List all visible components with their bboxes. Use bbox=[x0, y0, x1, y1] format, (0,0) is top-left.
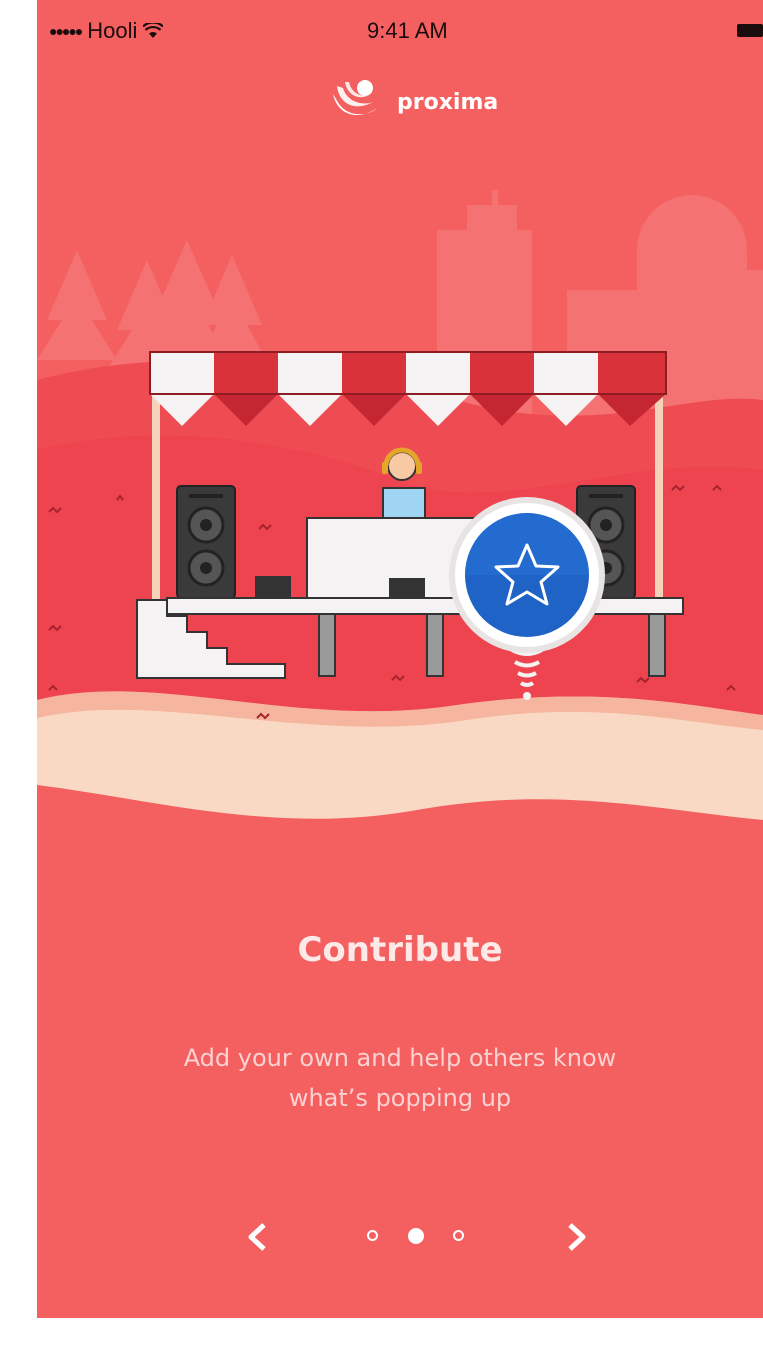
stage-platform bbox=[166, 597, 684, 615]
chevron-right-icon bbox=[568, 1223, 586, 1251]
status-time: 9:41 AM bbox=[367, 18, 448, 43]
speaker-left bbox=[176, 485, 236, 599]
contribute-illustration bbox=[37, 190, 763, 820]
battery-icon bbox=[737, 24, 763, 37]
brand-logo: proxima bbox=[329, 78, 498, 126]
brand-name: proxima bbox=[397, 89, 499, 115]
carrier-info: ●●●●● Hooli bbox=[49, 18, 164, 44]
next-button[interactable]: > bbox=[552, 1212, 602, 1262]
chevron-left-icon bbox=[248, 1223, 266, 1251]
onboarding-title: Contribute bbox=[297, 930, 503, 970]
page-indicator-2[interactable] bbox=[408, 1228, 424, 1244]
carrier-name: Hooli bbox=[87, 18, 138, 43]
pager: < > bbox=[37, 1212, 763, 1262]
description-line-1: Add your own and help others know bbox=[183, 1044, 617, 1072]
previous-button[interactable]: < bbox=[232, 1212, 282, 1262]
page-indicator-1[interactable] bbox=[367, 1230, 378, 1241]
proxima-logo-icon bbox=[333, 80, 377, 116]
onboarding-screen: ●●●●● Hooli 9:41 AM proxima Contribute A… bbox=[37, 0, 763, 1318]
onboarding-description: Add your own and help others know what’s… bbox=[37, 1038, 763, 1118]
page-indicator-3[interactable] bbox=[453, 1230, 464, 1241]
status-bar: ●●●●● Hooli 9:41 AM bbox=[37, 0, 763, 64]
signal-strength: ●●●●● bbox=[49, 23, 83, 39]
description-line-2: what’s popping up bbox=[288, 1084, 512, 1112]
pine-trees bbox=[37, 240, 272, 370]
wifi-icon bbox=[143, 23, 164, 38]
